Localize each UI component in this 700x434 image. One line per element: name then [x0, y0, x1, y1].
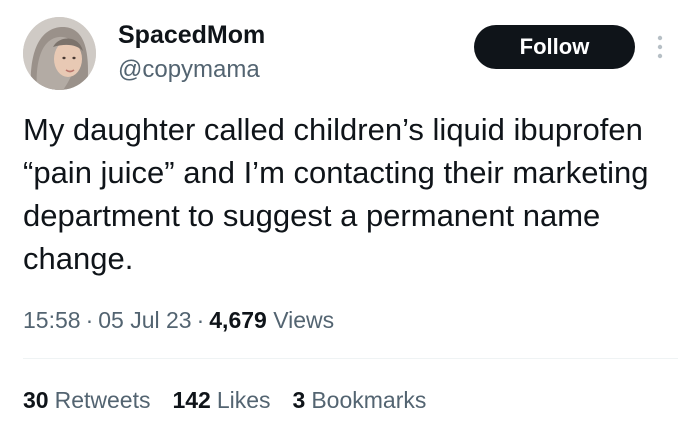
bookmarks-count: 3	[292, 387, 306, 413]
bookmarks-label: Bookmarks	[311, 387, 427, 413]
retweets-count: 30	[23, 387, 49, 413]
user-info: SpacedMom @copymama	[118, 20, 265, 85]
retweets-stat[interactable]: 30 Retweets	[23, 384, 150, 416]
separator-dot: ·	[196, 307, 205, 333]
user-handle[interactable]: @copymama	[118, 55, 265, 85]
likes-count: 142	[172, 387, 211, 413]
avatar[interactable]	[23, 17, 96, 90]
views-count: 4,679	[209, 307, 267, 333]
bookmarks-stat[interactable]: 3 Bookmarks	[293, 384, 427, 416]
more-vertical-icon[interactable]	[652, 32, 668, 62]
avatar-photo	[23, 17, 96, 90]
views-label: Views	[273, 307, 335, 333]
tweet-time[interactable]: 15:58	[23, 307, 81, 333]
likes-stat[interactable]: 142 Likes	[172, 384, 270, 416]
follow-button[interactable]: Follow	[474, 25, 635, 69]
tweet-meta: 15:58 · 05 Jul 23 · 4,679 Views	[23, 304, 334, 336]
likes-label: Likes	[216, 387, 271, 413]
divider	[23, 358, 678, 359]
tweet-date[interactable]: 05 Jul 23	[98, 307, 191, 333]
tweet-stats: 30 Retweets 142 Likes 3 Bookmarks	[23, 384, 448, 416]
tweet-text: My daughter called children’s liquid ibu…	[23, 112, 649, 276]
separator-dot: ·	[85, 307, 94, 333]
display-name[interactable]: SpacedMom	[118, 20, 265, 50]
retweets-label: Retweets	[54, 387, 151, 413]
